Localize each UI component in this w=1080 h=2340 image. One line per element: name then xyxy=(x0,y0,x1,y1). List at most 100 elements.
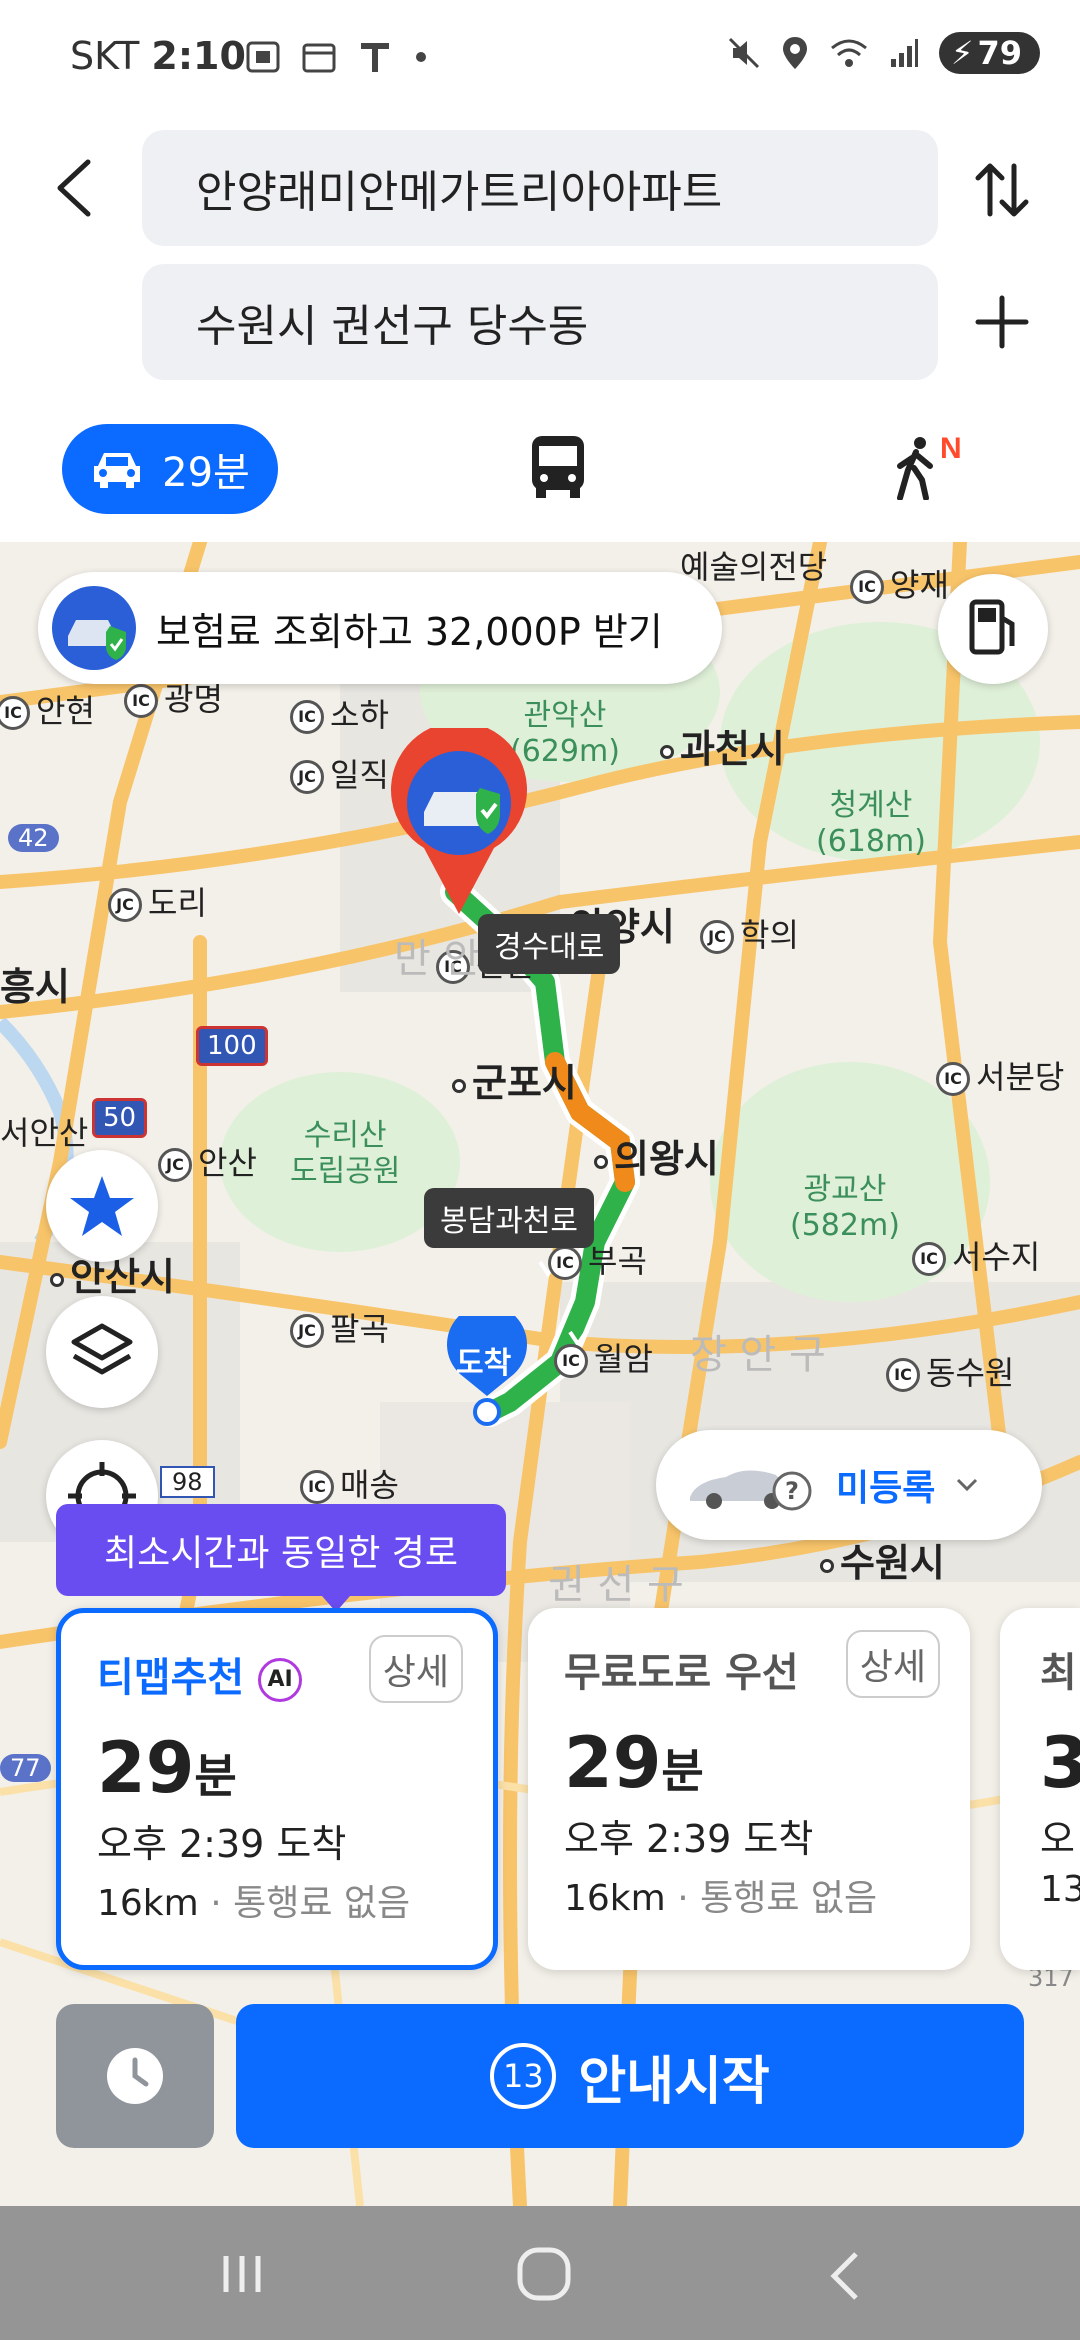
svg-text:?: ? xyxy=(785,1477,799,1505)
route-duration: 3 xyxy=(1040,1722,1080,1804)
highway-shield: 42 xyxy=(8,824,59,852)
star-icon xyxy=(70,1176,134,1236)
map-label: IC 양재 xyxy=(850,560,949,606)
map-label: IC 서수지 xyxy=(912,1232,1040,1278)
vehicle-label: 미등록 xyxy=(836,1468,936,1509)
tmap-icon xyxy=(361,43,389,72)
arrival-pin[interactable]: 도착 xyxy=(446,1304,528,1426)
destination-field[interactable]: 수원시 권선구 당수동 xyxy=(142,264,938,380)
city-label: 흥시 xyxy=(0,965,70,1009)
status-notification-icons xyxy=(246,40,428,74)
route-hint-banner: 최소시간과 동일한 경로 xyxy=(56,1504,506,1612)
start-location-text: 안양래미안메가트리아아파트 xyxy=(196,167,723,218)
add-waypoint-icon[interactable] xyxy=(972,292,1032,352)
start-navigation-button[interactable]: 13 안내시작 xyxy=(236,2004,1024,2148)
mute-icon xyxy=(728,37,760,69)
tab-car[interactable]: 29분 xyxy=(62,424,278,514)
favorites-button[interactable] xyxy=(46,1150,158,1262)
back-button[interactable] xyxy=(50,158,100,218)
recent-apps-icon[interactable] xyxy=(218,2252,266,2296)
district-label: 만 안 xyxy=(394,936,481,982)
car-unknown-icon: ? xyxy=(690,1470,812,1511)
battery-level: 79 xyxy=(977,34,1022,72)
status-bar: SKT 2:10 ⚡ 79 xyxy=(0,0,1080,120)
map-label: JC 학의 xyxy=(700,910,799,956)
road-tag: 경수대로 xyxy=(478,914,621,974)
road-tag: 봉담과천로 xyxy=(424,1188,594,1248)
wifi-icon xyxy=(831,39,867,67)
status-system-icons: ⚡ 79 xyxy=(727,32,1040,74)
route-hint-text: 최소시간과 동일한 경로 xyxy=(103,1533,459,1574)
map-label: IC 매송 xyxy=(300,1460,399,1506)
highway-shield: 77 xyxy=(0,1754,51,1782)
screenshot-icon xyxy=(246,41,280,73)
city-label: 의왕시 xyxy=(594,1128,719,1183)
schedule-button[interactable] xyxy=(56,2004,214,2148)
chevron-down-icon xyxy=(957,1478,978,1492)
countdown-timer: 13 xyxy=(490,2043,557,2109)
map-label: IC 서분당 xyxy=(936,1052,1064,1098)
city-label: 수원시 xyxy=(820,1532,945,1587)
route-distance: 16km · 통행료 없음 xyxy=(97,1883,411,1924)
map-label: 예술의전당 xyxy=(680,548,828,586)
mountain-label: 광교산 (582m) xyxy=(790,1172,900,1243)
district-label: 권 선 구 xyxy=(548,1562,684,1608)
route-card-free-road[interactable]: 무료도로 우선 상세 29분 오후 2:39 도착 16km · 통행료 없음 xyxy=(528,1608,970,1970)
start-location-field[interactable]: 안양래미안메가트리아아파트 xyxy=(142,130,938,246)
charging-icon: ⚡ xyxy=(951,34,974,72)
route-detail-button[interactable]: 상세 xyxy=(368,1635,463,1703)
route-distance: 16km · 통행료 없음 xyxy=(564,1878,878,1919)
battery-indicator: ⚡ 79 xyxy=(939,32,1040,74)
bus-icon[interactable] xyxy=(528,434,588,500)
route-arrival-time: 오 xyxy=(1040,1817,1075,1861)
map-label: IC 안현 xyxy=(0,686,95,732)
destination-text: 수원시 권선구 당수동 xyxy=(196,301,589,352)
route-card-recommended[interactable]: 티맵추천 AI 상세 29분 오후 2:39 도착 16km · 통행료 없음 xyxy=(56,1608,498,1970)
clock-icon xyxy=(107,2048,163,2104)
location-icon xyxy=(783,37,807,69)
system-navigation-bar xyxy=(0,2206,1080,2340)
route-detail-button[interactable]: 상세 xyxy=(845,1630,940,1698)
map-label: JC 안산 xyxy=(158,1138,257,1184)
city-label: 군포시 xyxy=(452,1052,577,1107)
district-label: 장 안 구 xyxy=(690,1332,826,1378)
car-time-label: 29분 xyxy=(162,450,250,496)
route-card-partial[interactable]: 최 3 오 13 xyxy=(1000,1608,1080,1970)
route-arrival-time: 오후 2:39 도착 xyxy=(564,1817,814,1861)
carrier-label: SKT xyxy=(70,34,140,78)
map-label: 서안산 xyxy=(0,1114,89,1152)
fuel-icon xyxy=(969,599,1015,655)
vehicle-selector[interactable]: ? 미등록 xyxy=(656,1430,1042,1540)
layers-button[interactable] xyxy=(46,1296,158,1408)
city-label: 과천시 xyxy=(660,718,785,773)
gas-station-button[interactable] xyxy=(938,574,1048,684)
map-label: JC 팔곡 xyxy=(290,1304,389,1350)
map-label: JC 도리 xyxy=(108,878,207,924)
map-label: IC 동수원 xyxy=(886,1348,1014,1394)
start-navigation-label: 안내시작 xyxy=(578,2051,770,2112)
highway-shield: 100 xyxy=(196,1026,268,1066)
route-arrival-time: 오후 2:39 도착 xyxy=(97,1822,347,1866)
car-icon xyxy=(94,453,141,488)
dot-icon xyxy=(416,52,426,62)
route-distance: 13 xyxy=(1040,1869,1080,1910)
arrival-label: 도착 xyxy=(456,1346,512,1381)
walk-icon xyxy=(897,437,933,501)
route-duration: 29분 xyxy=(564,1722,704,1804)
map-label: IC 월암 xyxy=(554,1334,653,1380)
start-pin[interactable] xyxy=(384,728,534,918)
park-label: 수리산 도립공원 xyxy=(290,1118,401,1189)
promo-text: 보험료 조회하고 32,000P 받기 xyxy=(156,609,663,654)
back-nav-icon[interactable] xyxy=(826,2250,866,2302)
swap-icon[interactable] xyxy=(970,158,1034,222)
tab-walk[interactable]: N xyxy=(892,432,982,506)
route-duration: 29분 xyxy=(97,1727,237,1809)
insurance-promo-banner[interactable]: 보험료 조회하고 32,000P 받기 xyxy=(38,572,722,684)
home-icon[interactable] xyxy=(516,2246,572,2302)
highway-shield: 98 xyxy=(160,1466,215,1498)
signal-icon xyxy=(891,39,918,67)
highway-shield: 50 xyxy=(92,1098,148,1138)
walk-new-badge: N xyxy=(940,432,962,465)
car-shield-icon xyxy=(52,586,136,670)
ai-badge: AI xyxy=(258,1658,303,1702)
